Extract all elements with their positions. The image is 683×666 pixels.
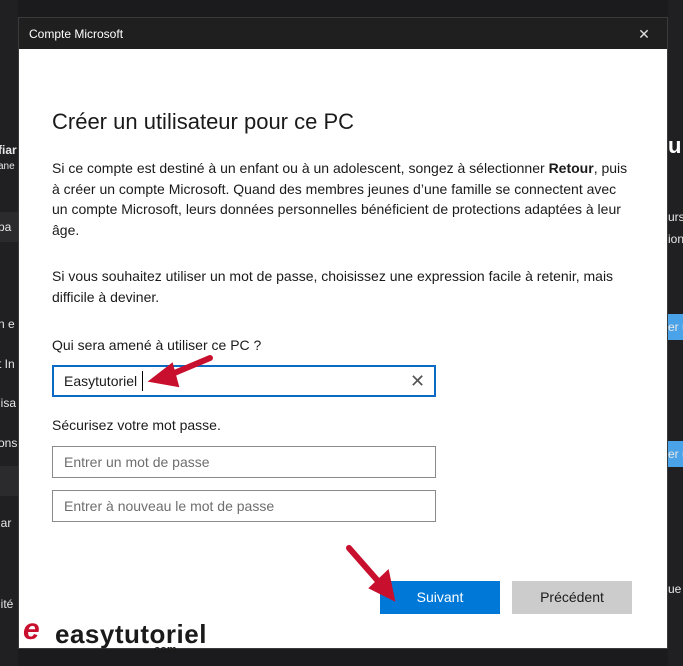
annotation-arrow-icon [147,355,396,602]
arrow-to-next-button [346,545,396,602]
arrow-to-username [147,355,213,388]
